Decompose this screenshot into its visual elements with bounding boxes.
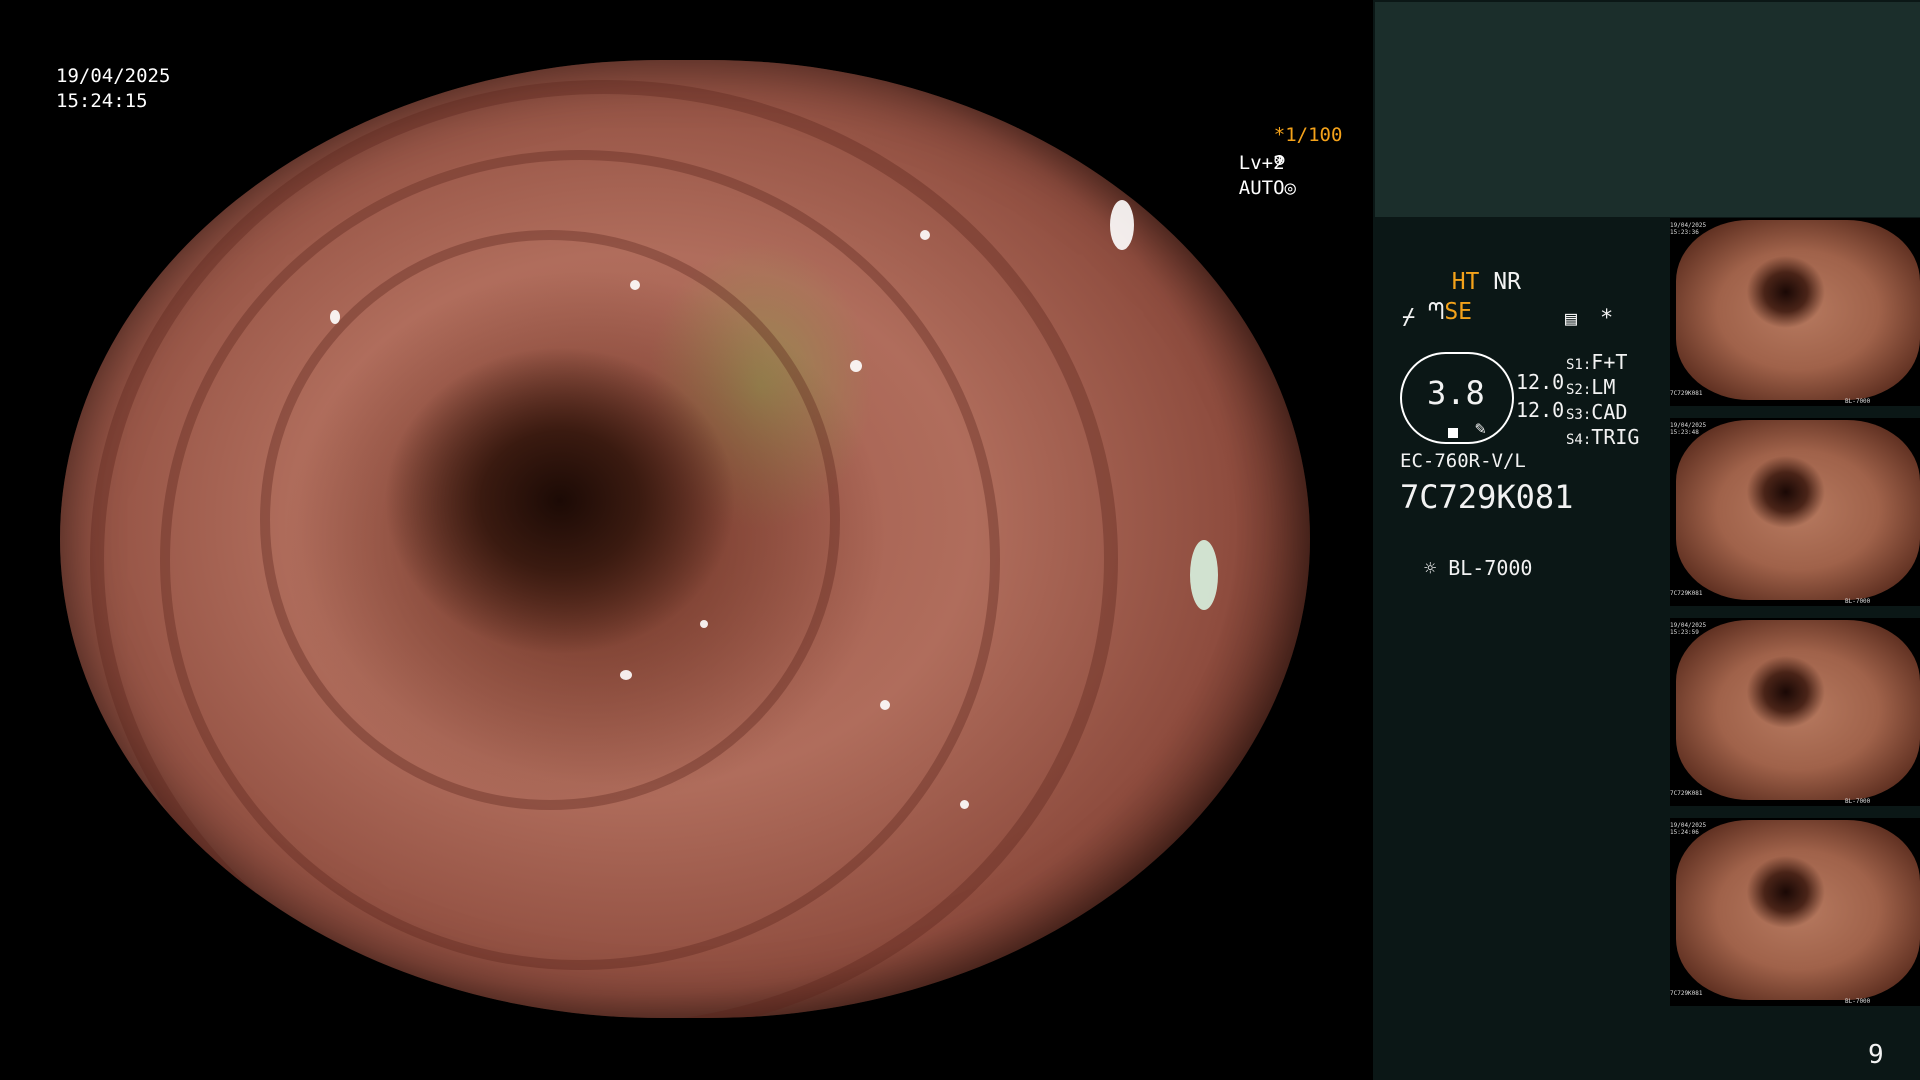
capture-thumbnail-3[interactable]: 19/04/2025 15:23:59 7C729K081 BL-7000 [1670,618,1920,806]
thumbnail-serial: 7C729K081 [1670,590,1703,597]
info-panel-header [1375,2,1920,217]
thumbnail-date: 19/04/2025 [1670,822,1707,829]
specular-reflection [920,230,930,240]
thumbnail-date: 19/04/2025 [1670,222,1707,229]
specular-reflection [880,700,890,710]
date-label: 19/04/2025 [56,65,171,87]
thumbnail-light: BL-7000 [1845,398,1871,405]
light-source-label: BL-7000 [1448,556,1533,580]
time-label: 15:24:15 [56,90,148,112]
endoscope-video-view: 19/04/2025 15:24:15 *1/100 ⊛ Lv+2 AUTO◎ [0,0,1373,1080]
thumbnail-date: 19/04/2025 [1670,422,1707,429]
specular-reflection [1110,200,1134,250]
specular-reflection [700,620,708,628]
capture-thumbnail-1[interactable]: 19/04/2025 15:23:36 7C729K081 BL-7000 [1670,218,1920,406]
capture-thumbnail-4[interactable]: 19/04/2025 15:24:06 7C729K081 BL-7000 [1670,818,1920,1006]
thumbnail-time: 15:23:59 [1670,629,1699,636]
pencil-icon: ✎ [1475,418,1486,439]
value-row-1: 12.0 [1516,370,1565,394]
light-source-row: ☼ BL-7000 [1400,532,1532,580]
setting-s1: S1:F+T [1566,350,1628,374]
thumbnail-light: BL-7000 [1845,998,1871,1005]
specular-reflection [620,670,632,680]
scope-model-label: EC-760R-V/L [1400,450,1526,472]
specular-reflection [630,280,640,290]
serial-number-label: 7C729K081 [1400,478,1574,516]
endoscopic-image [60,60,1310,1018]
specular-reflection [850,360,862,372]
pointer-marker [1448,428,1458,438]
record-icon: ▤ [1565,306,1578,330]
thumbnail-serial: 7C729K081 [1670,790,1703,797]
page-number: 9 [1868,1040,1884,1070]
level-indicator: Lv+2 AUTO◎ [1193,126,1296,226]
thumbnail-image [1676,620,1920,800]
thumbnail-serial: 7C729K081 [1670,390,1703,397]
se-label: SE [1444,299,1473,325]
thumbnail-date: 19/04/2025 [1670,622,1707,629]
setting-s2: S2:LM [1566,375,1616,399]
value-row-2: 12.0 [1516,398,1565,422]
specular-reflection [1190,540,1218,610]
mucosal-fold [90,80,1118,1018]
asterisk-label: * [1600,306,1614,331]
thumbnail-time: 15:24:06 [1670,829,1699,836]
thumbnail-time: 15:23:36 [1670,229,1699,236]
structure-enhance-icon: ᘉ [1427,299,1445,325]
nr-label: NR [1493,269,1521,295]
mode-label: AUTO [1238,177,1285,199]
setting-s4: S4:TRIG [1566,425,1640,449]
thumbnail-image [1676,820,1920,1000]
thumbnail-serial: 7C729K081 [1670,990,1703,997]
specular-reflection [330,310,340,324]
capture-thumbnail-2[interactable]: 19/04/2025 15:23:48 7C729K081 BL-7000 [1670,418,1920,606]
auto-iris-icon: ◎ [1284,177,1296,199]
thumbnail-light: BL-7000 [1845,798,1871,805]
level-label: Lv+2 [1238,152,1285,174]
specular-reflection [960,800,969,809]
thumbnail-image [1676,220,1920,400]
color-tone-icon: ⌿ [1402,305,1416,330]
setting-s3: S3:CAD [1566,400,1628,424]
light-source-icon: ☼ [1424,556,1437,580]
thumbnail-time: 15:23:48 [1670,429,1699,436]
thumbnail-image [1676,420,1920,600]
octagon-value: 3.8 [1427,374,1485,412]
thumbnail-light: BL-7000 [1845,598,1871,605]
